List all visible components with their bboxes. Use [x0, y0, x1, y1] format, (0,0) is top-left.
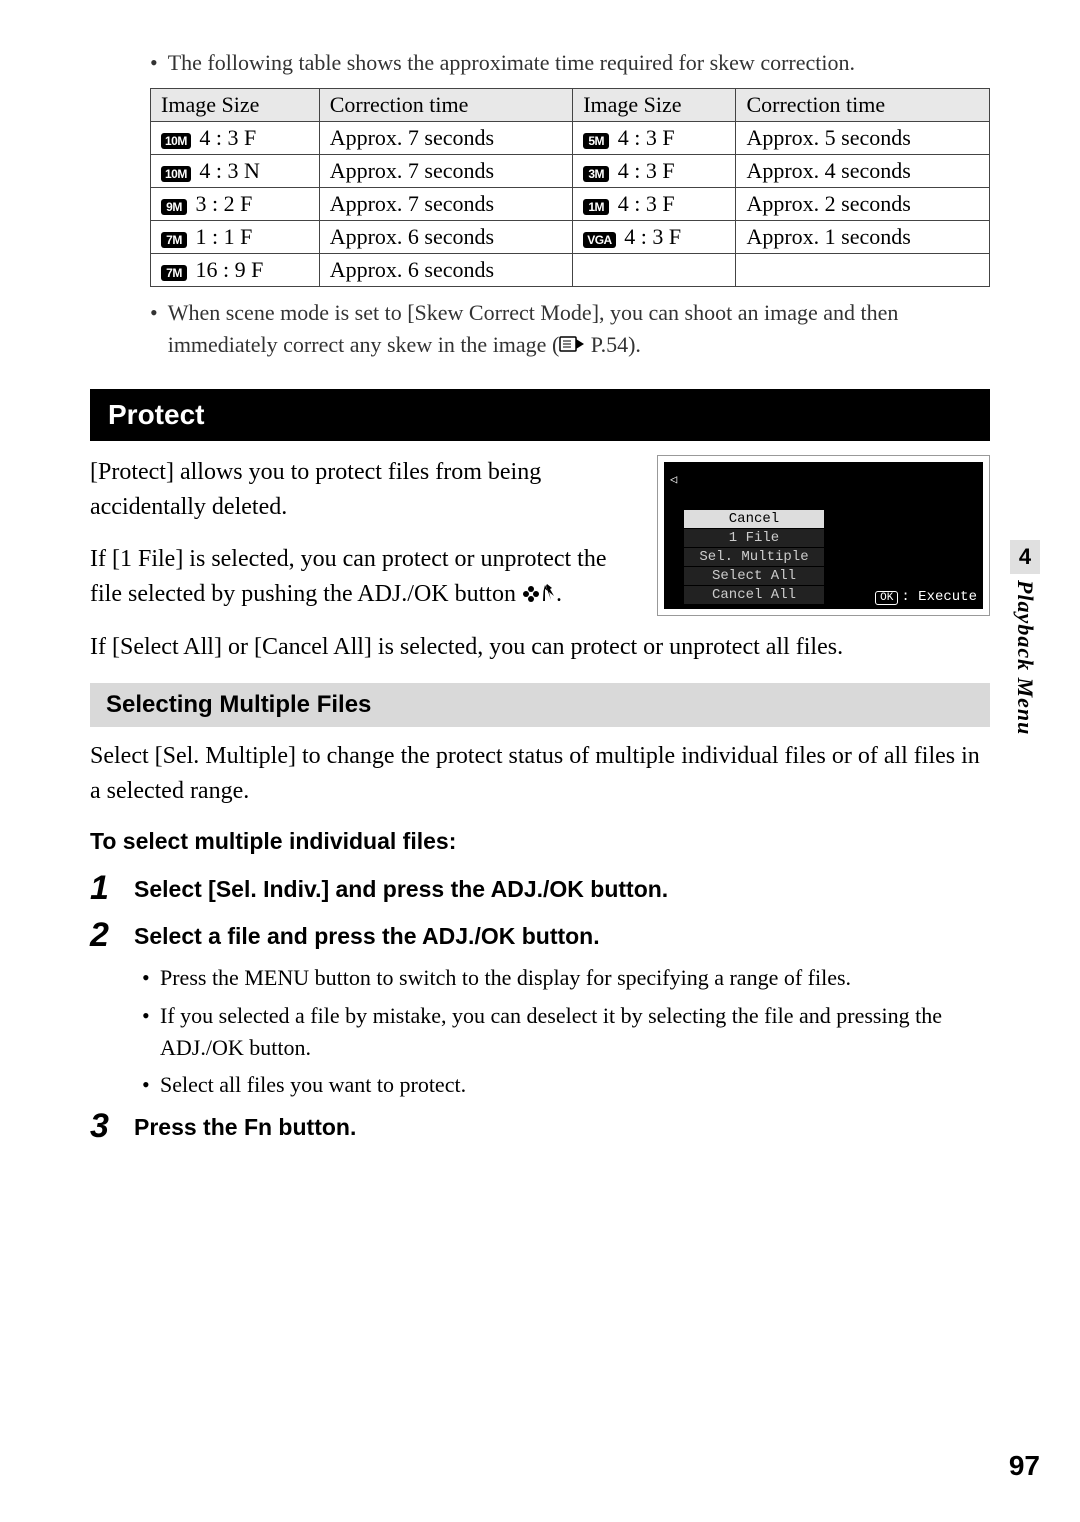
bullet-dot: •: [150, 297, 158, 363]
page-number: 97: [1009, 1450, 1040, 1482]
correction-time-cell: [736, 254, 990, 287]
correction-time-cell: Approx. 7 seconds: [319, 122, 573, 155]
image-size-cell: [573, 254, 736, 287]
step-title: Press the Fn button.: [134, 1107, 356, 1143]
heading-protect: Protect: [90, 389, 990, 441]
instruction-step: 1Select [Sel. Indiv.] and press the ADJ.…: [90, 869, 990, 905]
instruction-step: 2Select a file and press the ADJ./OK but…: [90, 916, 990, 952]
image-size-cell: 5M 4 : 3 F: [573, 122, 736, 155]
lcd-execute-hint: OK: Execute: [875, 589, 977, 605]
step-number: 1: [90, 869, 134, 905]
table-row: 7M 1 : 1 FApprox. 6 secondsVGA 4 : 3 FAp…: [151, 221, 990, 254]
lcd-menu-item: Sel. Multiple: [684, 548, 824, 566]
step-body: Press the MENU button to switch to the d…: [134, 962, 990, 1102]
intro-bullet-text: The following table shows the approximat…: [168, 50, 855, 76]
lcd-menu-item: Select All: [684, 567, 824, 585]
step-number: 3: [90, 1107, 134, 1143]
image-size-cell: 7M 16 : 9 F: [151, 254, 320, 287]
ok-button-icon: OK: [875, 591, 898, 605]
image-size-badge: 10M: [161, 166, 191, 182]
step-title: Select [Sel. Indiv.] and press the ADJ./…: [134, 869, 668, 905]
image-size-badge: 9M: [161, 199, 187, 215]
selecting-intro: Select [Sel. Multiple] to change the pro…: [90, 739, 990, 809]
step-bullet: Press the MENU button to switch to the d…: [160, 962, 990, 994]
table-header: Image Size: [573, 89, 736, 122]
step-title: Select a file and press the ADJ./OK butt…: [134, 916, 600, 952]
chapter-title-tab: Playback Menu: [1012, 580, 1038, 735]
image-size-badge: 3M: [583, 166, 609, 182]
table-row: 7M 16 : 9 FApprox. 6 seconds: [151, 254, 990, 287]
step-number: 2: [90, 916, 134, 952]
correction-time-cell: Approx. 5 seconds: [736, 122, 990, 155]
image-size-ratio: 16 : 9 F: [190, 257, 263, 282]
chapter-number-tab: 4: [1010, 540, 1040, 574]
to-select-heading: To select multiple individual files:: [90, 828, 990, 855]
protect-1file-paragraph: If [1 File] is selected, you can protect…: [90, 542, 633, 612]
page-reference-icon: [559, 331, 585, 363]
skew-note-bullet: • When scene mode is set to [Skew Correc…: [150, 297, 990, 363]
image-size-cell: 10M 4 : 3 N: [151, 155, 320, 188]
lcd-menu-item: Cancel: [684, 510, 824, 528]
table-row: 10M 4 : 3 NApprox. 7 seconds3M 4 : 3 FAp…: [151, 155, 990, 188]
table-row: 9M 3 : 2 FApprox. 7 seconds1M 4 : 3 FApp…: [151, 188, 990, 221]
subheading-selecting-multiple: Selecting Multiple Files: [90, 683, 990, 727]
image-size-badge: 7M: [161, 232, 187, 248]
instruction-step: 3Press the Fn button.: [90, 1107, 990, 1143]
table-header: Image Size: [151, 89, 320, 122]
image-size-cell: 7M 1 : 1 F: [151, 221, 320, 254]
correction-time-cell: Approx. 6 seconds: [319, 254, 573, 287]
protect-intro: [Protect] allows you to protect files fr…: [90, 455, 633, 525]
image-size-ratio: 4 : 3 F: [612, 125, 674, 150]
correction-time-cell: Approx. 7 seconds: [319, 155, 573, 188]
image-size-ratio: 1 : 1 F: [190, 224, 252, 249]
image-size-cell: 3M 4 : 3 F: [573, 155, 736, 188]
image-size-badge: 1M: [583, 199, 609, 215]
image-size-cell: 1M 4 : 3 F: [573, 188, 736, 221]
lcd-back-arrow-icon: ◁: [664, 472, 983, 487]
correction-time-cell: Approx. 6 seconds: [319, 221, 573, 254]
image-size-ratio: 4 : 3 F: [612, 191, 674, 216]
lcd-menu-item: Cancel All: [684, 586, 824, 604]
image-size-cell: VGA 4 : 3 F: [573, 221, 736, 254]
image-size-ratio: 4 : 3 F: [612, 158, 674, 183]
image-size-badge: VGA: [583, 232, 616, 248]
image-size-ratio: 4 : 3 F: [194, 125, 256, 150]
image-size-badge: 10M: [161, 133, 191, 149]
step-bullet: Select all files you want to protect.: [160, 1069, 990, 1101]
correction-time-cell: Approx. 1 seconds: [736, 221, 990, 254]
correction-time-cell: Approx. 2 seconds: [736, 188, 990, 221]
image-size-ratio: 4 : 3 N: [194, 158, 260, 183]
image-size-badge: 5M: [583, 133, 609, 149]
table-header: Correction time: [736, 89, 990, 122]
side-tab: 4 Playback Menu: [1010, 540, 1040, 735]
protect-all-paragraph: If [Select All] or [Cancel All] is selec…: [90, 630, 990, 665]
image-size-cell: 10M 4 : 3 F: [151, 122, 320, 155]
correction-time-cell: Approx. 7 seconds: [319, 188, 573, 221]
image-size-ratio: 4 : 3 F: [619, 224, 681, 249]
lcd-menu-item: 1 File: [684, 529, 824, 547]
table-header: Correction time: [319, 89, 573, 122]
bullet-dot: •: [150, 50, 158, 76]
adj-ok-flower-icon: [522, 581, 556, 607]
skew-note-text: When scene mode is set to [Skew Correct …: [168, 297, 990, 363]
image-size-cell: 9M 3 : 2 F: [151, 188, 320, 221]
correction-time-table: Image Size Correction time Image Size Co…: [150, 88, 990, 287]
image-size-badge: 7M: [161, 265, 187, 281]
step-bullet: If you selected a file by mistake, you c…: [160, 1000, 990, 1064]
table-row: 10M 4 : 3 FApprox. 7 seconds5M 4 : 3 FAp…: [151, 122, 990, 155]
intro-bullet: • The following table shows the approxim…: [150, 50, 990, 76]
image-size-ratio: 3 : 2 F: [190, 191, 252, 216]
camera-lcd-screenshot: ◁ Cancel1 FileSel. MultipleSelect AllCan…: [657, 455, 990, 616]
correction-time-cell: Approx. 4 seconds: [736, 155, 990, 188]
